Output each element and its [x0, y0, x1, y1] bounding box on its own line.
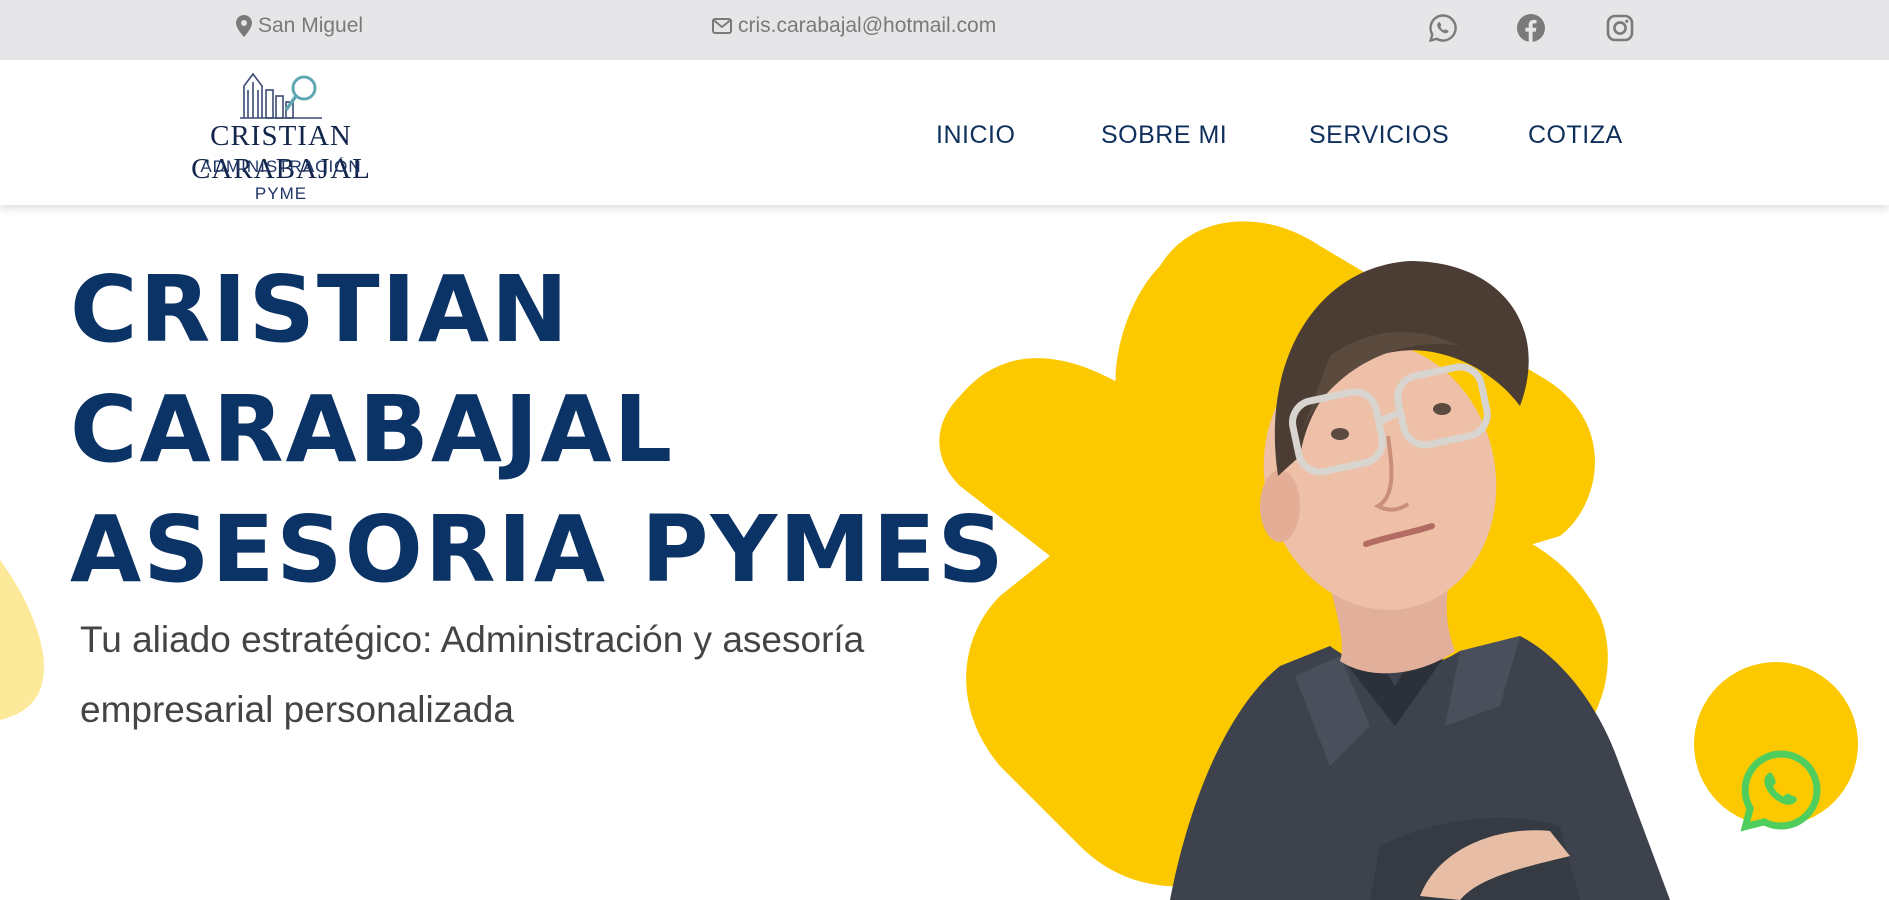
logo-tagline-2: PYME: [254, 184, 308, 203]
nav-servicios[interactable]: SERVICIOS: [1309, 121, 1449, 150]
hero-title-line: ASESORIA PYMES: [70, 496, 1006, 603]
logo-tagline: ADMINISTRACIÓN: [200, 157, 362, 176]
hero-title-line: CARABAJAL: [70, 376, 675, 483]
hero-subtitle: Tu aliado estratégico: Administración y …: [80, 619, 865, 730]
top-info-bar: San Miguel cris.carabajal@hotmail.com: [0, 0, 1889, 60]
site-header: CRISTIAN CARABAJAL ADMINISTRACIÓN PYME I…: [0, 60, 1889, 205]
hero-title-line: CRISTIAN: [70, 256, 571, 363]
whatsapp-icon: [1740, 750, 1821, 832]
location-info: San Miguel: [236, 14, 363, 38]
nav-cotiza[interactable]: COTIZA: [1528, 121, 1623, 150]
instagram-icon[interactable]: [1605, 13, 1635, 43]
location-text: San Miguel: [258, 14, 364, 37]
nav-inicio[interactable]: INICIO: [936, 121, 1015, 150]
email-info[interactable]: cris.carabajal@hotmail.com: [712, 14, 996, 38]
map-marker-icon: [236, 15, 252, 37]
logo-chart-icon: [240, 72, 322, 119]
facebook-icon[interactable]: [1516, 13, 1546, 43]
email-text[interactable]: cris.carabajal@hotmail.com: [738, 14, 996, 38]
decorative-blob-left: [0, 560, 44, 720]
whatsapp-floating-button[interactable]: [1738, 748, 1824, 834]
hero-title: CRISTIAN CARABAJAL ASESORIA PYMES: [70, 250, 1006, 610]
whatsapp-icon[interactable]: [1428, 13, 1458, 43]
logo[interactable]: CRISTIAN CARABAJAL ADMINISTRACIÓN PYME: [128, 66, 434, 203]
nav-sobre-mi[interactable]: SOBRE MI: [1101, 121, 1227, 150]
envelope-icon: [712, 18, 732, 34]
